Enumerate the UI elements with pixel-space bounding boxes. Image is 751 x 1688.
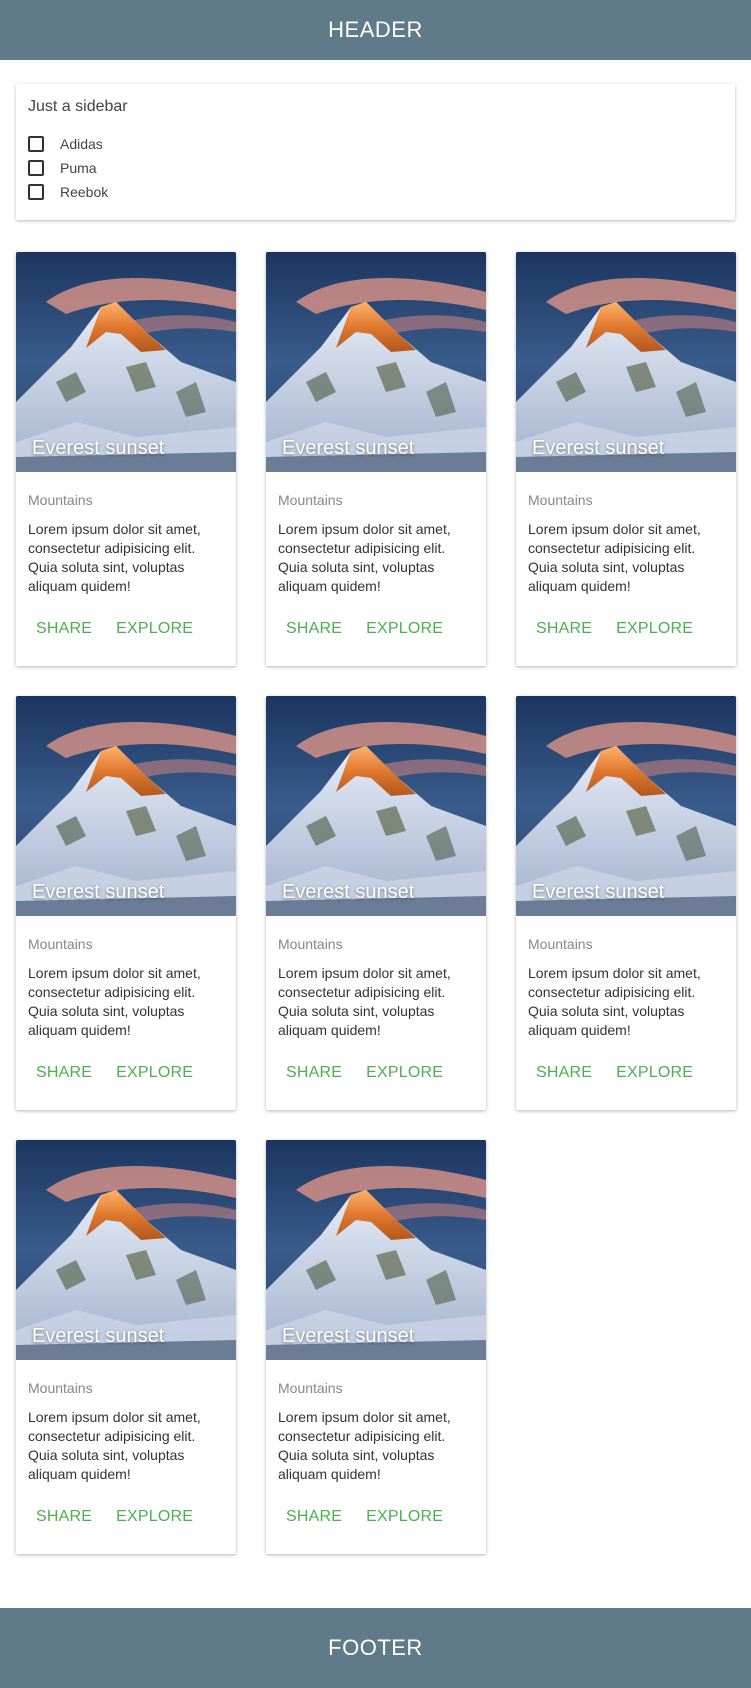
mountain-image: Everest sunset — [16, 252, 236, 472]
image-caption: Everest sunset — [32, 437, 165, 459]
footer-title: FOOTER — [328, 1635, 423, 1660]
share-button[interactable]: SHARE — [286, 1508, 342, 1526]
mountain-image: Everest sunset — [516, 696, 736, 916]
filter-label: Puma — [60, 160, 97, 176]
card-text: Lorem ipsum dolor sit amet, consectetur … — [28, 521, 201, 594]
sidebar: Just a sidebar Adidas Puma Reebok — [16, 84, 735, 220]
filter-reebok[interactable]: Reebok — [28, 180, 723, 204]
card-subtitle: Mountains — [278, 492, 343, 508]
image-caption: Everest sunset — [532, 881, 665, 903]
puma-checkbox[interactable] — [28, 160, 44, 176]
explore-button[interactable]: EXPLORE — [366, 1064, 443, 1082]
filter-label: Adidas — [60, 136, 103, 152]
sidebar-title: Just a sidebar — [28, 98, 128, 115]
explore-button[interactable]: EXPLORE — [116, 1064, 193, 1082]
mountain-image: Everest sunset — [16, 1140, 236, 1360]
adidas-checkbox[interactable] — [28, 136, 44, 152]
filter-label: Reebok — [60, 184, 109, 200]
share-button[interactable]: SHARE — [286, 620, 342, 638]
card-text: Lorem ipsum dolor sit amet, consectetur … — [278, 521, 451, 594]
image-caption: Everest sunset — [32, 1325, 165, 1347]
explore-button[interactable]: EXPLORE — [616, 620, 693, 638]
share-button[interactable]: SHARE — [36, 620, 92, 638]
mountain-image: Everest sunset — [516, 252, 736, 472]
header-title: HEADER — [328, 17, 423, 42]
card-text: Lorem ipsum dolor sit amet, consectetur … — [278, 965, 451, 1038]
explore-button[interactable]: EXPLORE — [116, 620, 193, 638]
card-subtitle: Mountains — [278, 1380, 343, 1396]
card-text: Lorem ipsum dolor sit amet, consectetur … — [28, 965, 201, 1038]
share-button[interactable]: SHARE — [286, 1064, 342, 1082]
reebok-checkbox[interactable] — [28, 184, 44, 200]
card-subtitle: Mountains — [28, 936, 93, 952]
mountain-image: Everest sunset — [266, 1140, 486, 1360]
explore-button[interactable]: EXPLORE — [616, 1064, 693, 1082]
mountain-image: Everest sunset — [266, 252, 486, 472]
filter-puma[interactable]: Puma — [28, 156, 723, 180]
explore-button[interactable]: EXPLORE — [116, 1508, 193, 1526]
card-text: Lorem ipsum dolor sit amet, consectetur … — [278, 1409, 451, 1482]
card-subtitle: Mountains — [28, 1380, 93, 1396]
card: Everest sunset Mountains Lorem ipsum dol… — [16, 696, 236, 1110]
image-caption: Everest sunset — [532, 437, 665, 459]
explore-button[interactable]: EXPLORE — [366, 1508, 443, 1526]
card-subtitle: Mountains — [278, 936, 343, 952]
image-caption: Everest sunset — [282, 1325, 415, 1347]
card: Everest sunset Mountains Lorem ipsum dol… — [16, 252, 236, 666]
card: Everest sunset Mountains Lorem ipsum dol… — [266, 1140, 486, 1554]
explore-button[interactable]: EXPLORE — [366, 620, 443, 638]
image-caption: Everest sunset — [282, 881, 415, 903]
share-button[interactable]: SHARE — [36, 1064, 92, 1082]
share-button[interactable]: SHARE — [536, 1064, 592, 1082]
share-button[interactable]: SHARE — [36, 1508, 92, 1526]
page-footer: FOOTER — [0, 1608, 751, 1688]
card-subtitle: Mountains — [528, 492, 593, 508]
card-text: Lorem ipsum dolor sit amet, consectetur … — [528, 521, 701, 594]
card: Everest sunset Mountains Lorem ipsum dol… — [266, 252, 486, 666]
share-button[interactable]: SHARE — [536, 620, 592, 638]
card: Everest sunset Mountains Lorem ipsum dol… — [516, 696, 736, 1110]
card-text: Lorem ipsum dolor sit amet, consectetur … — [528, 965, 701, 1038]
page-header: HEADER — [0, 0, 751, 60]
card: Everest sunset Mountains Lorem ipsum dol… — [516, 252, 736, 666]
card: Everest sunset Mountains Lorem ipsum dol… — [16, 1140, 236, 1554]
image-caption: Everest sunset — [32, 881, 165, 903]
card-subtitle: Mountains — [28, 492, 93, 508]
card: Everest sunset Mountains Lorem ipsum dol… — [266, 696, 486, 1110]
card-text: Lorem ipsum dolor sit amet, consectetur … — [28, 1409, 201, 1482]
mountain-image: Everest sunset — [16, 696, 236, 916]
image-caption: Everest sunset — [282, 437, 415, 459]
card-subtitle: Mountains — [528, 936, 593, 952]
filter-adidas[interactable]: Adidas — [28, 132, 723, 156]
mountain-image: Everest sunset — [266, 696, 486, 916]
